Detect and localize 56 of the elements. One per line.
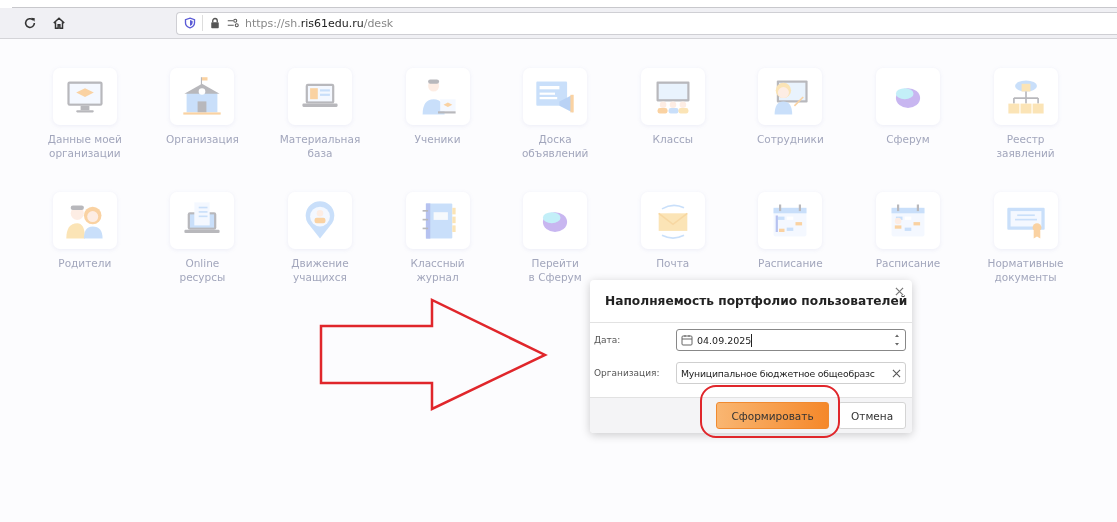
app-tile[interactable] — [758, 68, 823, 125]
tile-label[interactable]: Почта — [656, 256, 690, 270]
organization-select[interactable]: Муниципальное бюджетное общеобразс — [676, 362, 906, 384]
app-tile[interactable] — [640, 68, 705, 125]
app-tile[interactable] — [993, 68, 1058, 125]
tile-label[interactable]: Организация — [165, 132, 239, 146]
tile-label[interactable]: Online ресурсы — [179, 256, 226, 284]
tile-label[interactable]: Расписание — [758, 256, 823, 270]
tile-label[interactable]: Ученики — [414, 132, 461, 146]
tile-label[interactable]: Данные моей организации — [47, 132, 122, 160]
app-tile[interactable] — [875, 68, 940, 125]
select-value: Муниципальное бюджетное общеобразс — [681, 367, 875, 379]
field-label: Дата: — [594, 335, 622, 345]
tile-label[interactable]: Перейти в Сферум — [528, 256, 582, 284]
app-tile[interactable] — [758, 192, 823, 249]
app-tile[interactable] — [405, 192, 470, 249]
home-icon[interactable] — [52, 16, 66, 30]
reload-icon[interactable] — [23, 16, 37, 30]
tile-label[interactable]: Родители — [58, 256, 112, 270]
app-tile[interactable] — [52, 68, 117, 125]
tile-label[interactable]: Нормативные документы — [987, 256, 1064, 284]
calendar-icon — [681, 334, 693, 346]
app-tile[interactable] — [52, 192, 117, 249]
lock-icon[interactable] — [209, 17, 221, 29]
app-tile[interactable] — [288, 192, 352, 249]
clear-icon[interactable] — [892, 368, 901, 378]
app-tile[interactable] — [170, 192, 235, 249]
app-tile[interactable] — [875, 192, 940, 249]
app-tile[interactable] — [523, 192, 588, 249]
address-bar[interactable]: https://sh.ris61edu.ru/desk — [176, 11, 1117, 35]
date-field[interactable]: 04.09.2025 — [676, 329, 906, 351]
tile-label[interactable]: Реестр заявлений — [996, 132, 1055, 160]
field-label: Организация: — [594, 368, 661, 378]
cancel-button[interactable]: Отмена — [838, 402, 906, 429]
tile-label[interactable]: Классы — [652, 132, 693, 146]
dialog-title: Наполняемость портфолио пользователей — [605, 294, 908, 308]
app-tile[interactable] — [993, 192, 1058, 249]
app-tile[interactable] — [170, 68, 235, 125]
tile-label[interactable]: Расписание — [875, 256, 941, 270]
spinner-icon[interactable] — [893, 332, 901, 348]
tile-label[interactable]: Доска объявлений — [521, 132, 589, 160]
url-text: https://sh.ris61edu.ru/desk — [245, 16, 394, 30]
tile-label[interactable]: Движение учащихся — [291, 256, 349, 284]
permissions-icon[interactable] — [227, 17, 239, 29]
shield-icon[interactable] — [184, 17, 196, 29]
close-icon[interactable] — [895, 287, 904, 296]
generate-button[interactable]: Сформировать — [716, 402, 829, 429]
tile-label[interactable]: Сферум — [886, 132, 930, 146]
tile-label[interactable]: Сотрудники — [756, 132, 824, 146]
app-tile[interactable] — [405, 68, 470, 125]
tile-label[interactable]: Материальная база — [279, 132, 361, 160]
app-tile[interactable] — [523, 68, 588, 125]
tile-label[interactable]: Классный журнал — [410, 256, 465, 284]
app-tile[interactable] — [640, 192, 705, 249]
app-tile[interactable] — [288, 68, 352, 125]
date-value: 04.09.2025 — [697, 334, 752, 346]
